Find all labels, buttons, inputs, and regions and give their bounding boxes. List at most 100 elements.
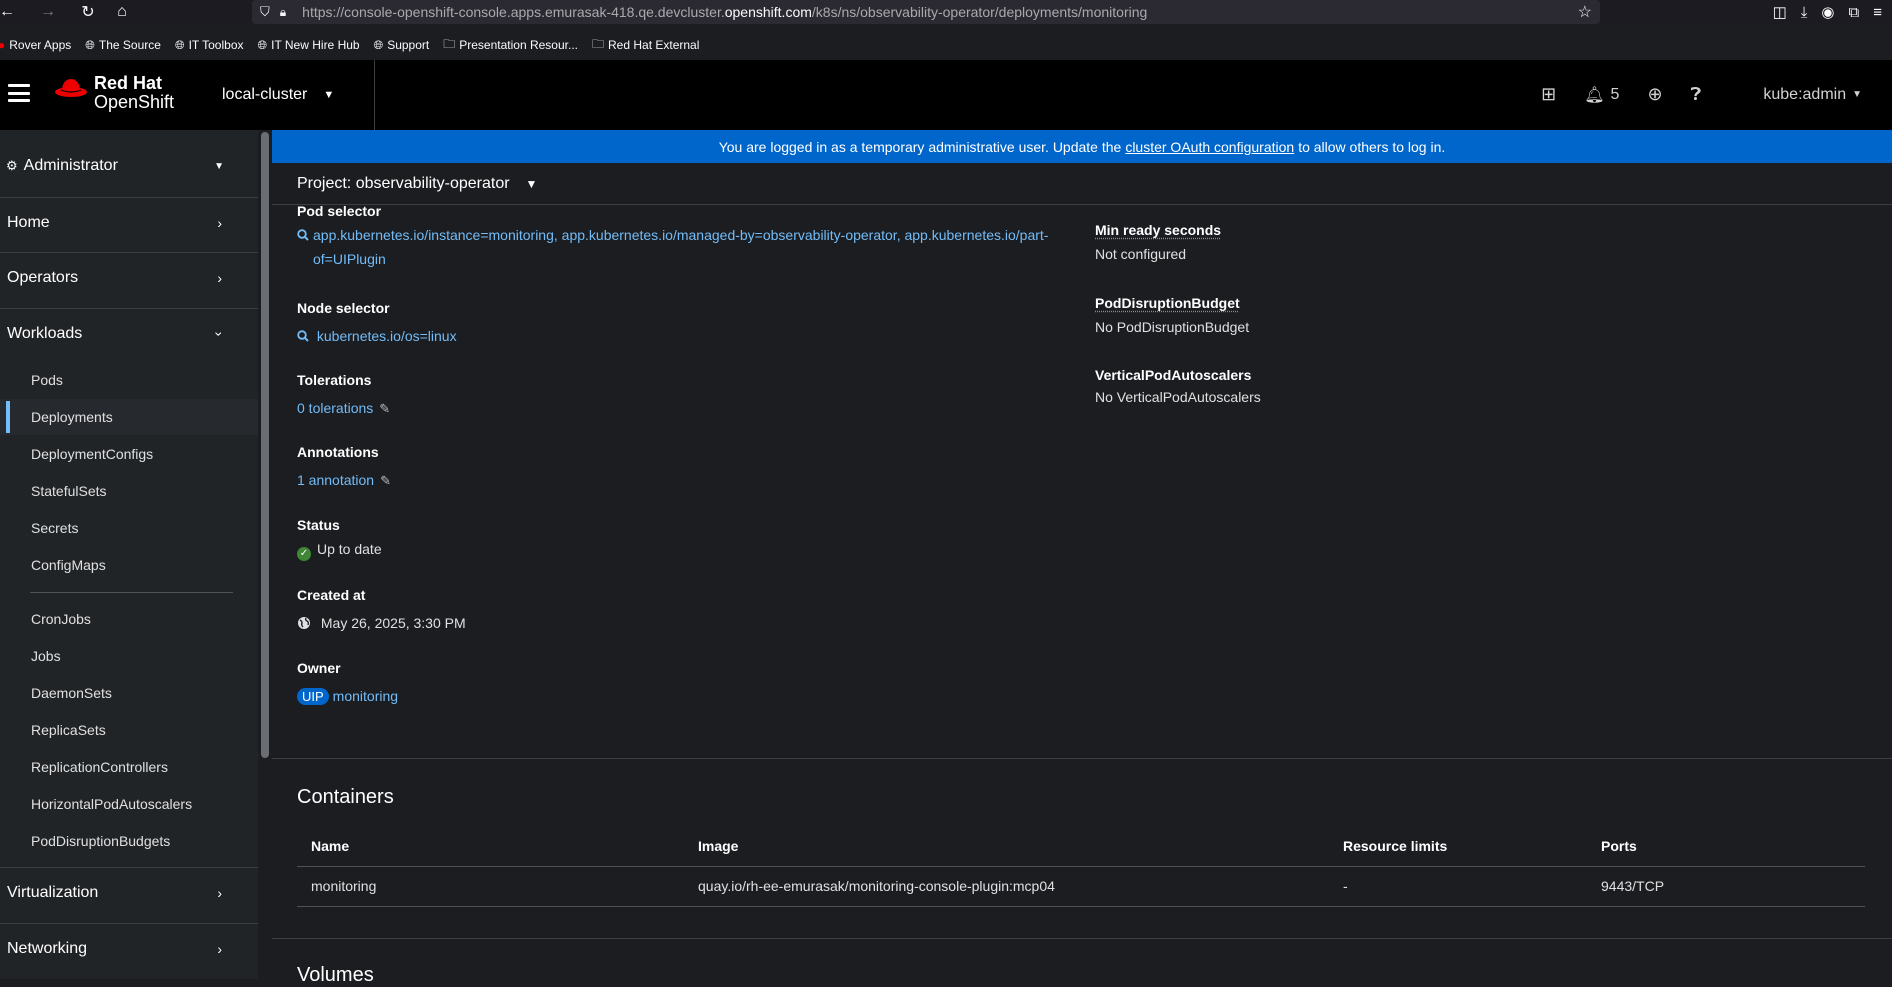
openshift-logo[interactable]: Red Hat OpenShift <box>54 74 174 112</box>
container-ports: 9443/TCP <box>1587 866 1865 907</box>
project-selector[interactable]: Project: observability-operator ▼ <box>272 163 1892 205</box>
nav-separator <box>30 592 233 593</box>
sidebar-item-configmaps[interactable]: ConfigMaps <box>0 547 258 583</box>
sidebar-item-horizontalpodautoscalers[interactable]: HorizontalPodAutoscalers <box>0 786 258 822</box>
detail-label: Annotations <box>297 444 379 460</box>
chevron-right-icon: › <box>217 940 222 957</box>
detail-min-ready-seconds: Min ready seconds Not configured <box>1095 222 1221 266</box>
pencil-icon[interactable]: ✎ <box>380 473 391 488</box>
red-hat-icon <box>55 79 87 97</box>
detail-label: Pod selector <box>297 203 382 219</box>
bookmark-presentation-resources[interactable]: 🗀 Presentation Resour... <box>443 35 578 56</box>
nav-section-label: Home <box>7 213 50 231</box>
account-icon[interactable]: ◉ <box>1821 3 1834 21</box>
sidebar-item-deploymentconfigs[interactable]: DeploymentConfigs <box>0 436 258 472</box>
globe-icon: 🌐︎ <box>85 37 95 52</box>
user-menu[interactable]: kube:admin ▼ <box>1763 86 1862 104</box>
sidebar-item-cronjobs[interactable]: CronJobs <box>0 601 258 637</box>
forward-icon[interactable]: → <box>34 0 62 24</box>
sidebar-item-replicasets[interactable]: ReplicaSets <box>0 712 258 748</box>
app-launcher-icon[interactable]: ⊞ <box>1541 84 1556 105</box>
detail-value: No PodDisruptionBudget <box>1095 319 1250 335</box>
globe-icon <box>298 617 310 629</box>
reload-icon[interactable]: ↻ <box>74 0 102 24</box>
node-selector-link[interactable]: kubernetes.io/os=linux <box>317 328 457 344</box>
sidebar-scrollbar[interactable] <box>260 130 270 979</box>
detail-created-at: Created at May 26, 2025, 3:30 PM <box>297 587 466 635</box>
back-icon[interactable]: ← <box>0 0 15 24</box>
detail-label: Status <box>297 517 340 533</box>
sidebar-item-daemonsets[interactable]: DaemonSets <box>0 675 258 711</box>
masthead-divider <box>374 60 375 130</box>
nav-section-label: Virtualization <box>7 883 99 901</box>
detail-vertical-pod-autoscalers: VerticalPodAutoscalers No VerticalPodAut… <box>1095 367 1261 409</box>
url-text: https://console-openshift-console.apps.e… <box>302 4 1148 20</box>
nav-section-networking[interactable]: Networking › <box>0 923 258 973</box>
scrollbar-thumb[interactable] <box>261 132 269 758</box>
sidebar-item-jobs[interactable]: Jobs <box>0 638 258 674</box>
perspective-label: Administrator <box>23 157 118 174</box>
caret-down-icon: ▼ <box>323 89 335 101</box>
notifications-button[interactable]: 🔔︎ 5 <box>1584 85 1619 105</box>
pod-selector-link[interactable]: app.kubernetes.io/instance=monitoring, a… <box>313 223 1067 271</box>
nav-section-workloads[interactable]: Workloads › <box>0 308 258 358</box>
quick-create-icon[interactable]: ⊕ <box>1647 84 1662 105</box>
pencil-icon[interactable]: ✎ <box>379 401 390 416</box>
download-icon[interactable]: ⤓ <box>1801 4 1808 21</box>
cog-icon: ⚙ <box>6 158 18 173</box>
sidebar-item-secrets[interactable]: Secrets <box>0 510 258 546</box>
sidebar-item-pods[interactable]: Pods <box>0 362 258 398</box>
detail-owner: Owner UIP monitoring <box>297 660 398 708</box>
menu-icon[interactable]: ≡ <box>1873 4 1882 21</box>
tolerations-link[interactable]: 0 tolerations <box>297 400 373 416</box>
sidebar-item-statefulsets[interactable]: StatefulSets <box>0 473 258 509</box>
volumes-heading: Volumes <box>297 964 374 986</box>
rover-icon: ● <box>0 38 6 52</box>
caret-down-icon: ▼ <box>214 160 224 172</box>
bookmarks-bar: ● Rover Apps 🌐︎ The Source 🌐︎ IT Toolbox 🌐︎… <box>0 33 1892 57</box>
folder-icon: 🗀 <box>443 36 456 51</box>
extensions-icon[interactable]: ⧉ <box>1849 4 1860 21</box>
sidebar-item-poddisruptionbudgets[interactable]: PodDisruptionBudgets <box>0 823 258 859</box>
nav-section-virtualization[interactable]: Virtualization › <box>0 867 258 917</box>
home-icon[interactable]: ⌂ <box>108 0 136 24</box>
containers-table: Name Image Resource limits Ports monitor… <box>297 826 1865 907</box>
banner-text: You are logged in as a temporary adminis… <box>718 138 1122 155</box>
bookmark-red-hat-external[interactable]: 🗀 Red Hat External <box>592 35 699 56</box>
bookmark-support[interactable]: 🌐︎ Support <box>374 38 430 53</box>
table-row: monitoring quay.io/rh-ee-emurasak/monito… <box>297 866 1865 907</box>
sidebar-item-replicationcontrollers[interactable]: ReplicationControllers <box>0 749 258 785</box>
bookmark-the-source[interactable]: 🌐︎ The Source <box>85 38 161 53</box>
detail-label: Tolerations <box>297 372 372 388</box>
nav-section-label: Workloads <box>7 324 83 342</box>
containers-heading: Containers <box>297 786 394 808</box>
bookmark-it-new-hire-hub[interactable]: 🌐︎ IT New Hire Hub <box>258 38 360 53</box>
help-icon[interactable]: ❓︎ <box>1691 84 1702 105</box>
nav-section-operators[interactable]: Operators › <box>0 252 258 302</box>
owner-link[interactable]: monitoring <box>333 688 398 704</box>
url-bar[interactable]: ⛉ 🔒︎ https://console-openshift-console.a… <box>252 0 1600 24</box>
bookmark-rover-apps[interactable]: ● Rover Apps <box>0 38 71 52</box>
sidebar-item-deployments[interactable]: Deployments <box>0 399 258 435</box>
nav-section-home[interactable]: Home › <box>0 197 258 247</box>
bookmark-it-toolbox[interactable]: 🌐︎ IT Toolbox <box>175 38 244 53</box>
oauth-config-link[interactable]: cluster OAuth configuration <box>1125 139 1294 155</box>
section-divider <box>272 758 1892 759</box>
detail-label[interactable]: PodDisruptionBudget <box>1095 295 1249 311</box>
star-icon[interactable]: ☆ <box>1578 2 1592 22</box>
detail-label[interactable]: Min ready seconds <box>1095 222 1221 238</box>
chevron-right-icon: › <box>217 884 222 901</box>
pocket-icon[interactable]: ◫ <box>1773 3 1787 21</box>
annotations-link[interactable]: 1 annotation <box>297 472 374 488</box>
detail-value: Not configured <box>1095 246 1187 262</box>
detail-tolerations: Tolerations 0 tolerations ✎ <box>297 372 390 421</box>
detail-annotations: Annotations 1 annotation ✎ <box>297 444 391 493</box>
status-value: Up to date <box>317 541 382 557</box>
perspective-switcher[interactable]: ⚙ Administrator ▼ <box>0 150 258 182</box>
hamburger-menu-icon[interactable] <box>8 84 30 102</box>
caret-down-icon: ▼ <box>525 176 538 191</box>
column-header-resource-limits: Resource limits <box>1329 826 1587 867</box>
brand-red-hat: Red Hat <box>94 73 163 93</box>
cluster-selector[interactable]: local-cluster ▼ <box>222 86 334 104</box>
masthead: Red Hat OpenShift local-cluster ▼ ⊞ 🔔︎ 5 … <box>0 60 1892 130</box>
